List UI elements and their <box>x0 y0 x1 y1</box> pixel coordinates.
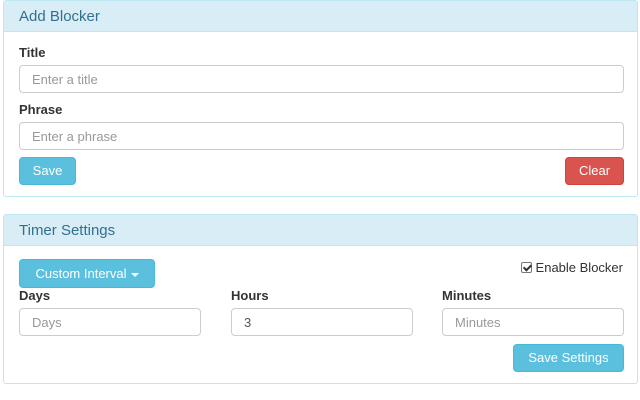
minutes-input[interactable] <box>442 308 624 336</box>
minutes-label: Minutes <box>442 288 492 303</box>
add-blocker-panel: Add Blocker Title Phrase Save Clear <box>3 0 638 197</box>
days-label: Days <box>19 288 51 303</box>
title-input[interactable] <box>19 65 624 93</box>
timer-settings-heading: Timer Settings <box>4 215 637 246</box>
custom-interval-label: Custom Interval <box>35 266 127 281</box>
enable-blocker-label: Enable Blocker <box>535 260 623 275</box>
custom-interval-dropdown-button[interactable]: Custom Interval <box>19 259 155 288</box>
caret-down-icon <box>130 272 139 277</box>
hours-label: Hours <box>231 288 269 303</box>
phrase-input[interactable] <box>19 122 624 150</box>
timer-settings-panel: Timer Settings Custom Interval Enable Bl… <box>3 214 638 384</box>
save-button[interactable]: Save <box>19 157 76 185</box>
hours-input[interactable] <box>231 308 413 336</box>
enable-blocker-checkbox[interactable] <box>520 262 532 273</box>
title-label: Title <box>19 45 46 60</box>
clear-button[interactable]: Clear <box>565 157 624 185</box>
add-blocker-heading: Add Blocker <box>4 1 637 32</box>
save-settings-button[interactable]: Save Settings <box>513 344 624 372</box>
enable-blocker-toggle[interactable]: Enable Blocker <box>520 260 623 275</box>
days-input[interactable] <box>19 308 201 336</box>
phrase-label: Phrase <box>19 102 63 117</box>
